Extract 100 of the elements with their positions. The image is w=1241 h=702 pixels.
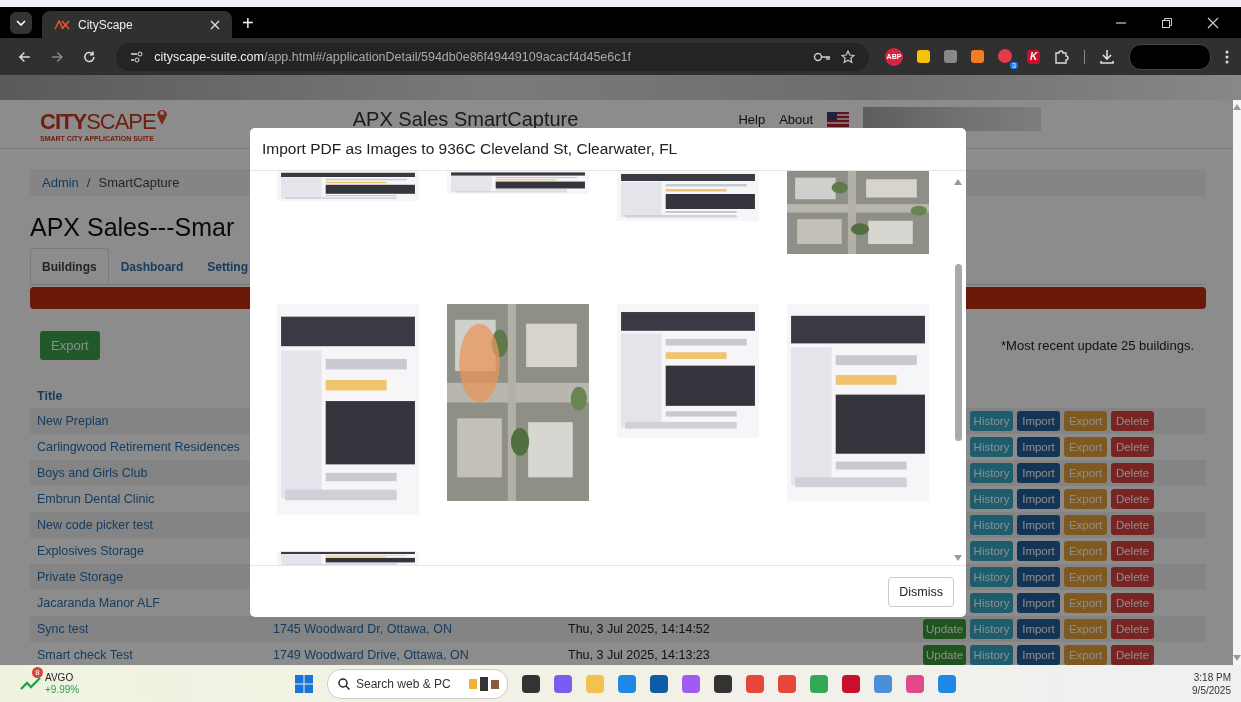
import-button[interactable]: Import	[1017, 593, 1060, 613]
export-button[interactable]: Export	[40, 331, 100, 360]
breadcrumb-link[interactable]: SmartCapture	[98, 175, 180, 190]
scroll-down-icon[interactable]	[954, 555, 962, 561]
app-icon[interactable]	[841, 674, 860, 693]
puzzle-icon[interactable]	[1054, 48, 1070, 65]
delete-button[interactable]: Delete	[1111, 619, 1154, 639]
restore-icon[interactable]	[1161, 16, 1173, 29]
export-button[interactable]: Export	[1064, 437, 1107, 457]
import-button[interactable]: Import	[1017, 541, 1060, 561]
address-bar[interactable]: cityscape-suite.com/app.html#/applicationDetail/594db0e86f49449109acacf4d45e6c1f	[116, 42, 869, 71]
update-button[interactable]: Update	[923, 645, 966, 665]
import-button[interactable]: Import	[1017, 619, 1060, 639]
import-button[interactable]: Import	[1017, 411, 1060, 431]
history-button[interactable]: History	[970, 463, 1013, 483]
history-button[interactable]: History	[970, 567, 1013, 587]
download-icon[interactable]	[1099, 48, 1115, 65]
star-icon[interactable]	[841, 49, 855, 64]
browser-icon[interactable]	[809, 674, 828, 693]
menu-icon[interactable]	[1225, 49, 1229, 64]
close-icon[interactable]	[1207, 16, 1219, 29]
user-menu[interactable]	[863, 107, 1042, 131]
history-button[interactable]: History	[970, 645, 1013, 665]
flag-icon[interactable]	[827, 111, 850, 127]
breadcrumb-separator: /	[86, 175, 91, 190]
delete-button[interactable]: Delete	[1111, 437, 1154, 457]
browser-icon[interactable]	[617, 674, 636, 693]
start-icon[interactable]	[295, 674, 313, 693]
page-tab[interactable]: Buildings	[30, 248, 109, 284]
tab-list-button[interactable]	[10, 11, 32, 34]
export-button[interactable]: Export	[1064, 619, 1107, 639]
reload-icon[interactable]	[83, 49, 97, 64]
building-title-link[interactable]: Smart check Test	[37, 648, 273, 662]
stock-chart-icon[interactable]	[20, 676, 42, 691]
import-button[interactable]: Import	[1017, 515, 1060, 535]
export-button[interactable]: Export	[1064, 463, 1107, 483]
scroll-up-icon[interactable]	[1233, 104, 1241, 110]
import-button[interactable]: Import	[1017, 567, 1060, 587]
export-button[interactable]: Export	[1064, 645, 1107, 665]
close-icon[interactable]	[210, 19, 220, 30]
code-editor-icon[interactable]	[937, 674, 956, 693]
update-button[interactable]: Update	[923, 619, 966, 639]
scroll-down-icon[interactable]	[1233, 655, 1241, 661]
delete-button[interactable]: Delete	[1111, 567, 1154, 587]
extension-icon[interactable]	[917, 50, 930, 63]
history-button[interactable]: History	[970, 437, 1013, 457]
history-button[interactable]: History	[970, 515, 1013, 535]
address-link[interactable]: 1745 Woodward Dr, Ottawa, ON	[273, 622, 568, 636]
snipping-icon[interactable]	[905, 674, 924, 693]
store-icon[interactable]	[649, 674, 668, 693]
app-icon[interactable]	[745, 674, 764, 693]
copilot-icon[interactable]	[553, 674, 572, 693]
import-button[interactable]: Import	[1017, 489, 1060, 509]
taskbar-search[interactable]: Search web & PC	[327, 668, 508, 699]
notepad-icon[interactable]	[873, 674, 892, 693]
delete-button[interactable]: Delete	[1111, 593, 1154, 613]
delete-button[interactable]: Delete	[1111, 489, 1154, 509]
nav-link[interactable]: Help	[738, 111, 766, 127]
building-title-link[interactable]: Sync test	[37, 622, 273, 636]
history-button[interactable]: History	[970, 489, 1013, 509]
column-header[interactable]: Title	[37, 389, 63, 403]
extension-icon[interactable]	[998, 49, 1012, 63]
import-button[interactable]: Import	[1017, 463, 1060, 483]
nav-link[interactable]: About	[779, 111, 814, 127]
import-button[interactable]: Import	[1017, 645, 1060, 665]
new-tab-button[interactable]: +	[242, 12, 254, 33]
import-button[interactable]: Import	[1017, 437, 1060, 457]
app-icon[interactable]	[777, 674, 796, 693]
history-button[interactable]: History	[970, 541, 1013, 561]
page-tab[interactable]: Dashboard	[108, 248, 196, 284]
history-button[interactable]: History	[970, 411, 1013, 431]
browser-tab[interactable]: CityScape	[42, 11, 232, 38]
delete-button[interactable]: Delete	[1111, 515, 1154, 535]
scrollbar-thumb[interactable]	[954, 264, 962, 441]
export-button[interactable]: Export	[1064, 515, 1107, 535]
export-button[interactable]: Export	[1064, 541, 1107, 561]
delete-button[interactable]: Delete	[1111, 463, 1154, 483]
address-link[interactable]: 1749 Woodward Drive, Ottawa, ON	[273, 648, 568, 662]
terminal-icon[interactable]	[713, 674, 732, 693]
key-icon[interactable]	[813, 51, 831, 62]
page-scrollbar[interactable]	[1233, 100, 1241, 665]
export-button[interactable]: Export	[1064, 489, 1107, 509]
breadcrumb-link[interactable]: Admin	[42, 175, 79, 190]
extension-icon[interactable]: K	[1027, 49, 1040, 64]
delete-button[interactable]: Delete	[1111, 645, 1154, 665]
history-button[interactable]: History	[970, 619, 1013, 639]
scroll-up-icon[interactable]	[954, 179, 962, 185]
app-icon[interactable]	[681, 674, 700, 693]
export-button[interactable]: Export	[1064, 567, 1107, 587]
site-settings-icon[interactable]	[130, 50, 145, 63]
export-button[interactable]: Export	[1064, 593, 1107, 613]
history-button[interactable]: History	[970, 593, 1013, 613]
extension-icon[interactable]	[971, 50, 984, 63]
delete-button[interactable]: Delete	[1111, 411, 1154, 431]
export-button[interactable]: Export	[1064, 411, 1107, 431]
delete-button[interactable]: Delete	[1111, 541, 1154, 561]
forward-icon[interactable]	[50, 49, 64, 64]
back-icon[interactable]	[18, 49, 31, 64]
task-view-icon[interactable]	[521, 674, 540, 693]
dismiss-button[interactable]: Dismiss	[888, 576, 954, 607]
